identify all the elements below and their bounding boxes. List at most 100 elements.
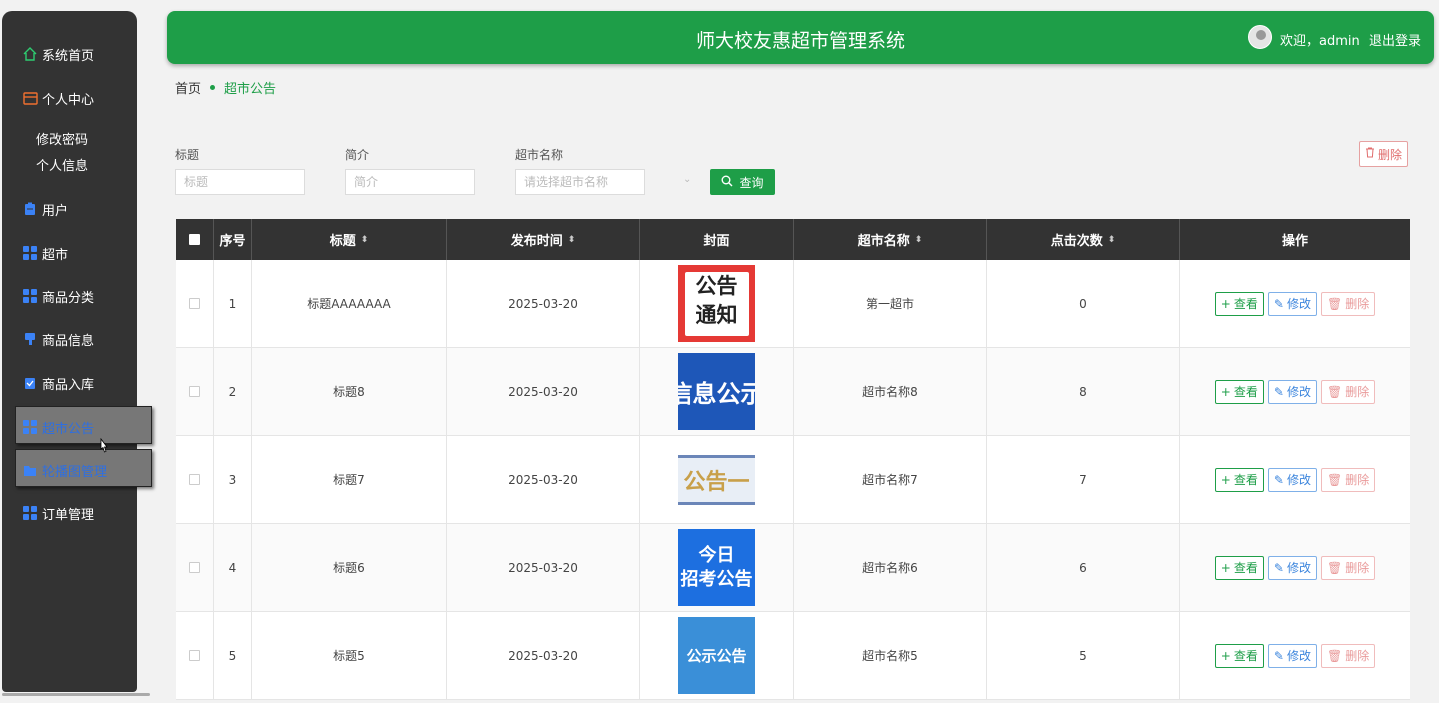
chevron-down-icon[interactable]: ⌄ [683, 174, 691, 185]
sidebar-item-users[interactable]: 用户 [22, 198, 68, 220]
sidebar-item-orders[interactable]: 订单管理 [22, 502, 94, 524]
row-actions: + 查看 ✎ 修改 🗑 删除 [1180, 524, 1410, 611]
header-title[interactable]: 标题 ⬍ [252, 219, 447, 260]
view-button[interactable]: + 查看 [1214, 379, 1264, 404]
intro-filter-label: 简介 [345, 148, 370, 162]
row-checkbox[interactable] [176, 612, 214, 699]
table-row: 1 标题AAAAAAA 2025-03-20 公告 通知 第一超市 0 + 查看 ✎… [176, 260, 1410, 348]
sidebar-item-supermarket[interactable]: 超市 [22, 242, 68, 264]
edit-icon: ✎ [1273, 560, 1284, 575]
delete-button[interactable]: 🗑 删除 [1320, 643, 1376, 668]
cover-image[interactable]: 信息公示 [678, 353, 755, 430]
breadcrumb-separator [210, 85, 216, 90]
sidebar-item-announcement[interactable]: 超市公告 [22, 416, 94, 438]
row-checkbox[interactable] [176, 348, 214, 435]
row-title: 标题6 [252, 524, 447, 611]
row-market: 超市名称6 [794, 524, 987, 611]
sidebar-item-label: 商品信息 [42, 333, 95, 349]
sidebar-scrollbar[interactable] [2, 693, 150, 696]
trash-icon: 🗑 [1326, 648, 1343, 663]
row-checkbox[interactable] [176, 524, 214, 611]
breadcrumb-home[interactable]: 首页 [175, 78, 201, 97]
row-market: 超市名称7 [794, 436, 987, 523]
sort-icon[interactable]: ⬍ [915, 235, 923, 245]
cover-image[interactable]: 公示公告 [678, 617, 755, 694]
view-button[interactable]: + 查看 [1214, 555, 1264, 580]
sidebar-item-carousel[interactable]: 轮播图管理 [22, 459, 107, 481]
table-row: 2 标题8 2025-03-20 信息公示 超市名称8 8 + 查看 ✎ 修改 🗑 删… [176, 348, 1410, 436]
edit-button[interactable]: ✎ 修改 [1267, 291, 1317, 316]
sidebar-item-personal-center[interactable]: 个人中心 [22, 87, 94, 109]
breadcrumb-current: 超市公告 [224, 82, 277, 97]
table-row: 3 标题7 2025-03-20 公告一 超市名称7 7 + 查看 ✎ 修改 🗑 删除 [176, 436, 1410, 524]
row-cover: 公示公告 [640, 612, 794, 699]
clipboard-icon [22, 201, 38, 217]
sidebar-item-label: 商品分类 [42, 290, 95, 306]
edit-button[interactable]: ✎ 修改 [1267, 467, 1317, 492]
sidebar-item-category[interactable]: 商品分类 [22, 285, 94, 307]
pin-icon [22, 331, 38, 347]
view-button[interactable]: + 查看 [1214, 291, 1264, 316]
select-all-checkbox[interactable] [176, 219, 214, 260]
row-clicks: 6 [987, 524, 1180, 611]
delete-button[interactable]: 🗑 删除 [1320, 379, 1376, 404]
row-actions: + 查看 ✎ 修改 🗑 删除 [1180, 348, 1410, 435]
top-header: 师大校友惠超市管理系统 欢迎，admin 退出登录 [167, 11, 1434, 64]
folder-icon [22, 462, 38, 478]
edit-button[interactable]: ✎ 修改 [1267, 555, 1317, 580]
sidebar-item-label: 个人中心 [42, 92, 95, 108]
delete-button[interactable]: 🗑 删除 [1320, 467, 1376, 492]
sidebar-item-personal-info[interactable]: 个人信息 [36, 155, 88, 174]
edit-button[interactable]: ✎ 修改 [1267, 643, 1317, 668]
sidebar-item-goods-info[interactable]: 商品信息 [22, 328, 94, 350]
row-title: 标题5 [252, 612, 447, 699]
sort-icon[interactable]: ⬍ [568, 235, 576, 245]
intro-filter-input[interactable] [345, 169, 475, 195]
row-checkbox[interactable] [176, 436, 214, 523]
edit-icon: ✎ [1273, 648, 1284, 663]
cover-image[interactable]: 今日 招考公告 [678, 529, 755, 606]
cover-image[interactable]: 公告一 [678, 454, 755, 505]
breadcrumb: 首页 超市公告 [175, 78, 276, 97]
row-market: 超市名称8 [794, 348, 987, 435]
trash-icon: 🗑 [1326, 560, 1343, 575]
delete-button[interactable]: 🗑 删除 [1320, 555, 1376, 580]
sort-icon[interactable]: ⬍ [1108, 235, 1116, 245]
header-date[interactable]: 发布时间 ⬍ [447, 219, 640, 260]
view-button[interactable]: + 查看 [1214, 643, 1264, 668]
delete-button[interactable]: 🗑 删除 [1320, 291, 1376, 316]
title-filter-input[interactable] [175, 169, 305, 195]
sidebar-item-label: 订单管理 [42, 507, 95, 523]
header-clicks[interactable]: 点击次数 ⬍ [987, 219, 1180, 260]
row-clicks: 0 [987, 260, 1180, 347]
market-select[interactable] [515, 169, 645, 195]
row-cover: 今日 招考公告 [640, 524, 794, 611]
row-checkbox[interactable] [176, 260, 214, 347]
table-row: 4 标题6 2025-03-20 今日 招考公告 超市名称6 6 + 查看 ✎ 修改 … [176, 524, 1410, 612]
sidebar-item-label: 用户 [42, 203, 69, 219]
row-market: 第一超市 [794, 260, 987, 347]
home-icon [22, 46, 38, 62]
view-button[interactable]: + 查看 [1214, 467, 1264, 492]
grid-icon [22, 505, 38, 521]
sidebar-item-home[interactable]: 系统首页 [22, 43, 94, 65]
cover-image[interactable]: 公告 通知 [678, 265, 755, 342]
header-actions: 操作 [1281, 234, 1308, 249]
trash-icon: 🗑 [1326, 472, 1343, 487]
avatar[interactable] [1248, 25, 1272, 49]
row-date: 2025-03-20 [447, 612, 640, 699]
grid-icon [22, 245, 38, 261]
row-cover: 信息公示 [640, 348, 794, 435]
row-date: 2025-03-20 [447, 260, 640, 347]
logout-link[interactable]: 退出登录 [1369, 30, 1421, 49]
row-actions: + 查看 ✎ 修改 🗑 删除 [1180, 612, 1410, 699]
sidebar-item-change-password[interactable]: 修改密码 [36, 129, 88, 148]
sidebar-item-goods-stock[interactable]: 商品入库 [22, 372, 94, 394]
header-market[interactable]: 超市名称 ⬍ [794, 219, 987, 260]
grid-icon [22, 419, 38, 435]
sort-icon[interactable]: ⬍ [361, 235, 369, 245]
edit-button[interactable]: ✎ 修改 [1267, 379, 1317, 404]
row-title: 标题8 [252, 348, 447, 435]
batch-delete-button[interactable]: 删除 [1359, 141, 1408, 167]
query-button[interactable]: 查询 [710, 169, 775, 195]
